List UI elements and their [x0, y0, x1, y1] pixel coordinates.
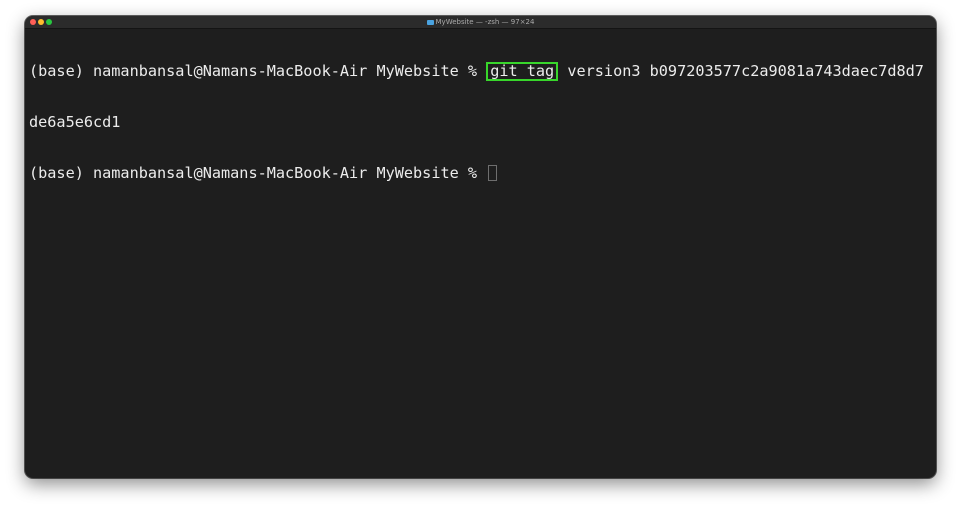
window-title: MyWebsite — -zsh — 97×24 [25, 17, 936, 27]
title-bar: MyWebsite — -zsh — 97×24 [25, 16, 936, 29]
folder-icon [426, 20, 434, 25]
terminal-line: (base) namanbansal@Namans-MacBook-Air My… [29, 62, 936, 81]
text-cursor [488, 165, 498, 181]
command-output-wrap: de6a5e6cd1 [29, 113, 121, 131]
terminal-window: MyWebsite — -zsh — 97×24 (base) namanban… [25, 16, 936, 478]
command-output: version3 b097203577c2a9081a743daec7d8d7 [558, 62, 924, 80]
terminal-content[interactable]: (base) namanbansal@Namans-MacBook-Air My… [25, 29, 936, 216]
window-title-text: MyWebsite — -zsh — 97×24 [435, 18, 535, 26]
terminal-line: (base) namanbansal@Namans-MacBook-Air My… [29, 165, 936, 182]
shell-prompt: (base) namanbansal@Namans-MacBook-Air My… [29, 62, 487, 80]
terminal-line: de6a5e6cd1 [29, 114, 936, 131]
shell-prompt: (base) namanbansal@Namans-MacBook-Air My… [29, 164, 487, 182]
highlighted-command: git tag [486, 62, 559, 81]
